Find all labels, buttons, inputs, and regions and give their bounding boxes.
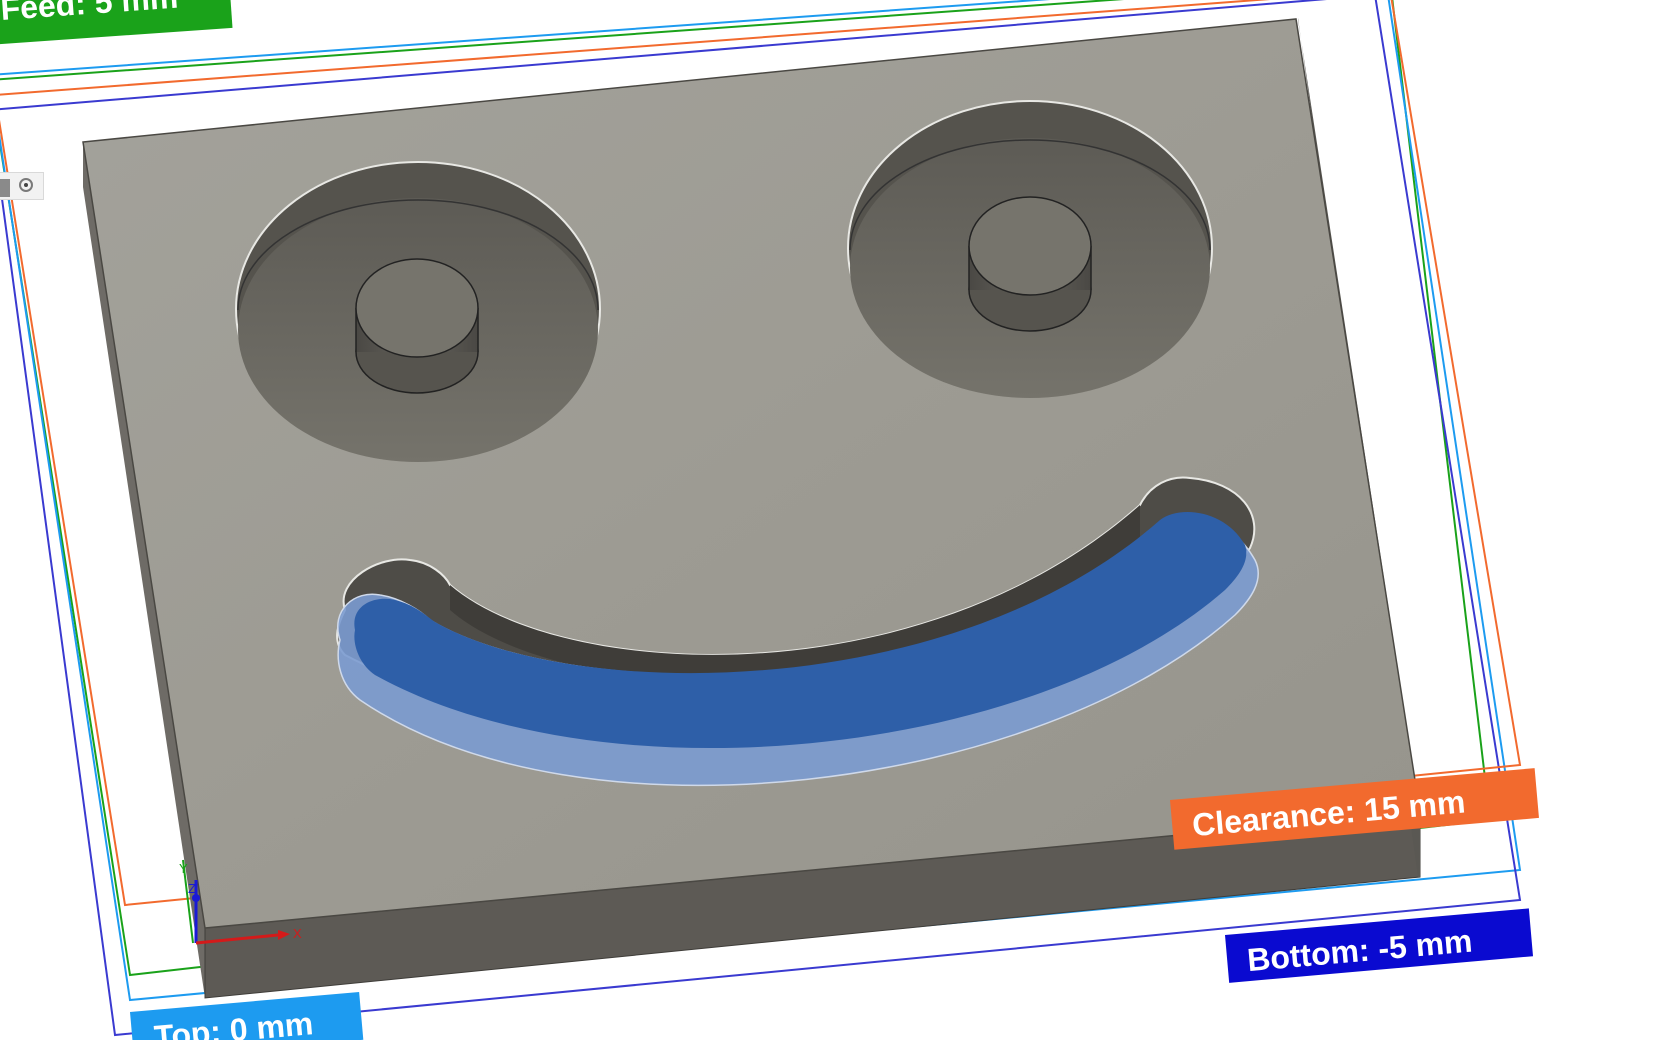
eye-icon[interactable] (19, 178, 33, 192)
axis-y-label: Y (179, 861, 188, 876)
axis-z-label: Z (188, 881, 196, 896)
viewcube-eye-icon[interactable] (0, 172, 44, 200)
top-height-tag: Top: 0 mm (130, 991, 364, 1040)
cam-viewport[interactable]: X Y Z Feed: 5 mm Clearance: 15 mm Bottom… (0, 0, 1680, 1040)
feed-height-tag: Feed: 5 mm (0, 0, 233, 45)
right-eye-pocket (847, 100, 1213, 398)
right-eye-boss-top (968, 196, 1092, 296)
axis-x-label: X (293, 926, 302, 941)
bottom-height-tag: Bottom: -5 mm (1225, 908, 1534, 983)
left-eye-pocket (235, 161, 601, 462)
widget-handle[interactable] (0, 179, 10, 197)
stock-top-face (82, 18, 1421, 929)
left-eye-boss-top (355, 258, 479, 358)
